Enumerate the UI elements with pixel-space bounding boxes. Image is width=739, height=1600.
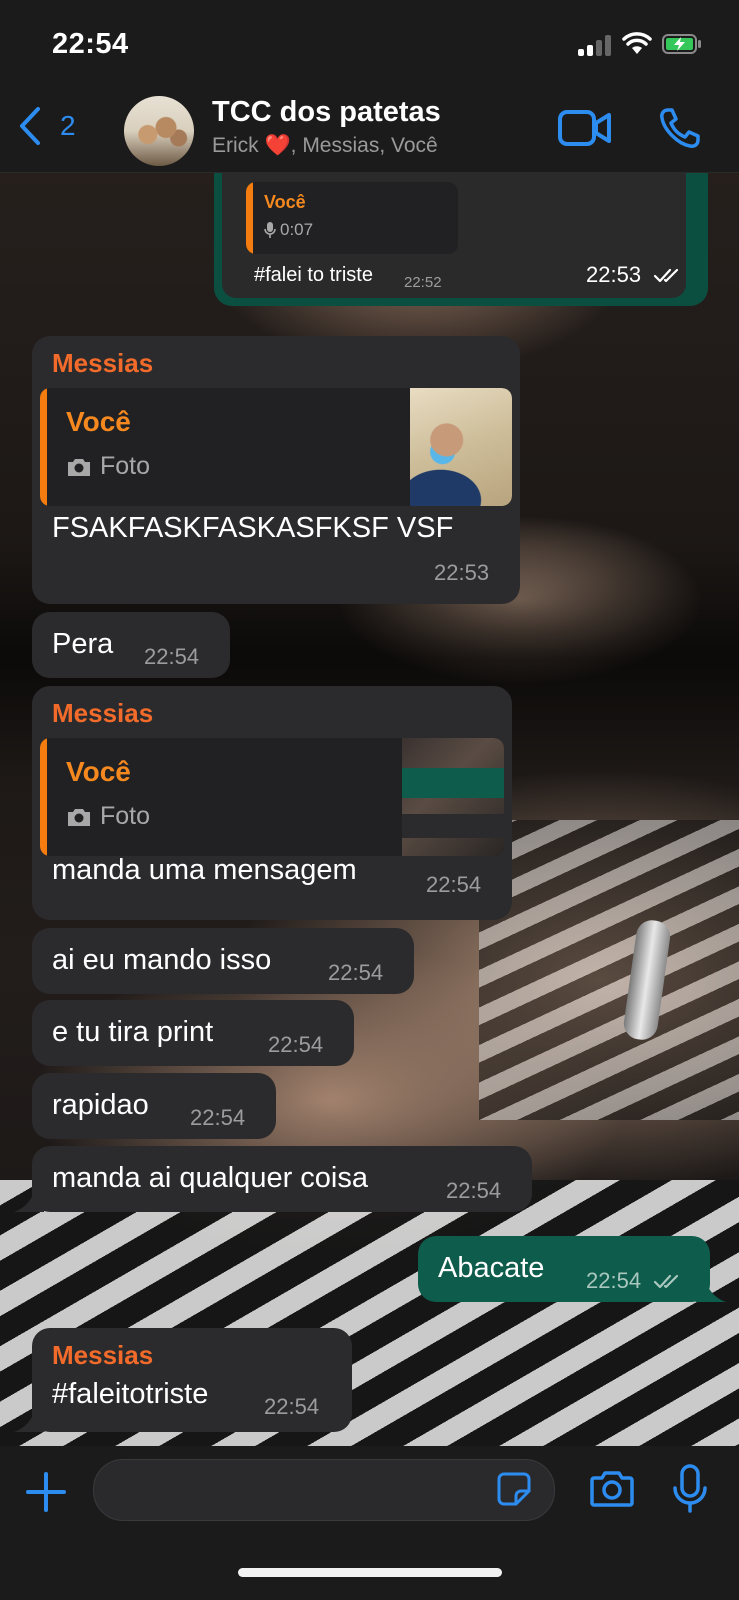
- microphone-icon[interactable]: [672, 1464, 708, 1514]
- phone-icon[interactable]: [658, 106, 702, 150]
- message-text: manda ai qualquer coisa: [52, 1162, 368, 1194]
- message-bubble-incoming[interactable]: Messias Você Foto manda uma mensagem 22:…: [32, 686, 512, 920]
- message-bubble-incoming[interactable]: Pera 22:54: [32, 612, 230, 678]
- message-time: 22:53: [434, 560, 490, 585]
- double-check-icon: [654, 269, 679, 283]
- bubble-tail: [14, 1404, 44, 1432]
- message-bubble-incoming[interactable]: ai eu mando isso 22:54: [32, 928, 414, 994]
- quoted-message-time: 22:52: [404, 274, 442, 291]
- quoted-message[interactable]: Você Foto: [40, 738, 504, 856]
- message-time: 22:54: [144, 644, 200, 669]
- video-call-icon[interactable]: [558, 108, 612, 148]
- quoted-sender: Você: [66, 406, 131, 437]
- quoted-message-text: #falei to triste: [254, 264, 373, 286]
- message-text: rapidao: [52, 1089, 149, 1121]
- quoted-screenshot-thumbnail: [402, 738, 504, 856]
- message-time: 22:54: [446, 1178, 502, 1203]
- message-input[interactable]: [93, 1459, 555, 1521]
- message-bubble-incoming[interactable]: e tu tira print 22:54: [32, 1000, 354, 1066]
- camera-small-icon: [68, 808, 90, 826]
- message-bubble-incoming[interactable]: rapidao 22:54: [32, 1073, 276, 1139]
- quoted-sender: Você: [264, 192, 306, 212]
- message-bubble-outgoing[interactable]: Você 0:07 #falei to triste 22:52 22:53: [214, 150, 708, 306]
- back-chevron-icon: [20, 107, 40, 145]
- message-time: 22:54: [264, 1394, 320, 1419]
- chat-participants[interactable]: Erick ❤️, Messias, Você: [212, 134, 438, 158]
- message-text: Pera: [52, 628, 114, 660]
- double-check-icon: [654, 1275, 679, 1289]
- message-time: 22:54: [426, 872, 482, 897]
- message-text: FSAKFASKFASKASFKSF VSF: [52, 512, 454, 544]
- chat-header: 2 TCC dos patetas Erick ❤️, Messias, Voc…: [0, 84, 739, 173]
- quoted-sender: Você: [66, 756, 131, 787]
- back-button[interactable]: 2: [18, 106, 76, 146]
- sticker-icon[interactable]: [496, 1471, 532, 1507]
- home-indicator: [238, 1568, 502, 1577]
- message-composer: [0, 1446, 739, 1600]
- unread-count: 2: [60, 110, 76, 141]
- status-bar: 22:54: [0, 0, 739, 84]
- wifi-icon: [622, 32, 652, 54]
- bubble-tail: [696, 1274, 726, 1302]
- message-time: 22:54: [268, 1032, 324, 1057]
- bubble-tail: [14, 1184, 44, 1212]
- group-avatar[interactable]: [124, 96, 194, 166]
- chat-title[interactable]: TCC dos patetas: [212, 96, 441, 129]
- message-bubble-outgoing[interactable]: Abacate 22:54: [418, 1236, 710, 1302]
- quoted-media-label: Foto: [100, 802, 151, 830]
- message-text: #faleitotriste: [52, 1378, 209, 1410]
- plus-icon[interactable]: [24, 1470, 68, 1514]
- quoted-photo-thumbnail: [410, 388, 512, 506]
- status-time: 22:54: [52, 28, 129, 60]
- quoted-message[interactable]: Você 0:07: [246, 182, 458, 254]
- quoted-media-label: Foto: [100, 452, 151, 480]
- message-bubble-incoming[interactable]: manda ai qualquer coisa 22:54: [32, 1146, 532, 1212]
- message-time: 22:54: [328, 960, 384, 985]
- message-time: 22:53: [586, 262, 683, 288]
- message-bubble-incoming[interactable]: Messias Você Foto FSAKFASKFASKASFKSF VSF…: [32, 336, 520, 604]
- message-time: 22:54: [586, 1268, 683, 1294]
- message-text: manda uma mensagem: [52, 854, 357, 886]
- message-text: ai eu mando isso: [52, 944, 272, 976]
- sender-name: Messias: [52, 1340, 154, 1370]
- battery-charging-icon: [662, 34, 701, 54]
- quoted-duration: 0:07: [280, 220, 314, 239]
- message-time: 22:54: [190, 1105, 246, 1130]
- camera-icon[interactable]: [590, 1468, 634, 1508]
- sender-name: Messias: [52, 348, 154, 378]
- mic-small-icon: [264, 222, 276, 238]
- message-text: Abacate: [438, 1252, 545, 1284]
- camera-small-icon: [68, 458, 90, 476]
- message-bubble-incoming[interactable]: Messias #faleitotriste 22:54: [32, 1328, 352, 1432]
- sender-name: Messias: [52, 698, 154, 728]
- cellular-signal-icon: [578, 34, 614, 56]
- message-text: e tu tira print: [52, 1016, 214, 1048]
- quoted-message[interactable]: Você Foto: [40, 388, 512, 506]
